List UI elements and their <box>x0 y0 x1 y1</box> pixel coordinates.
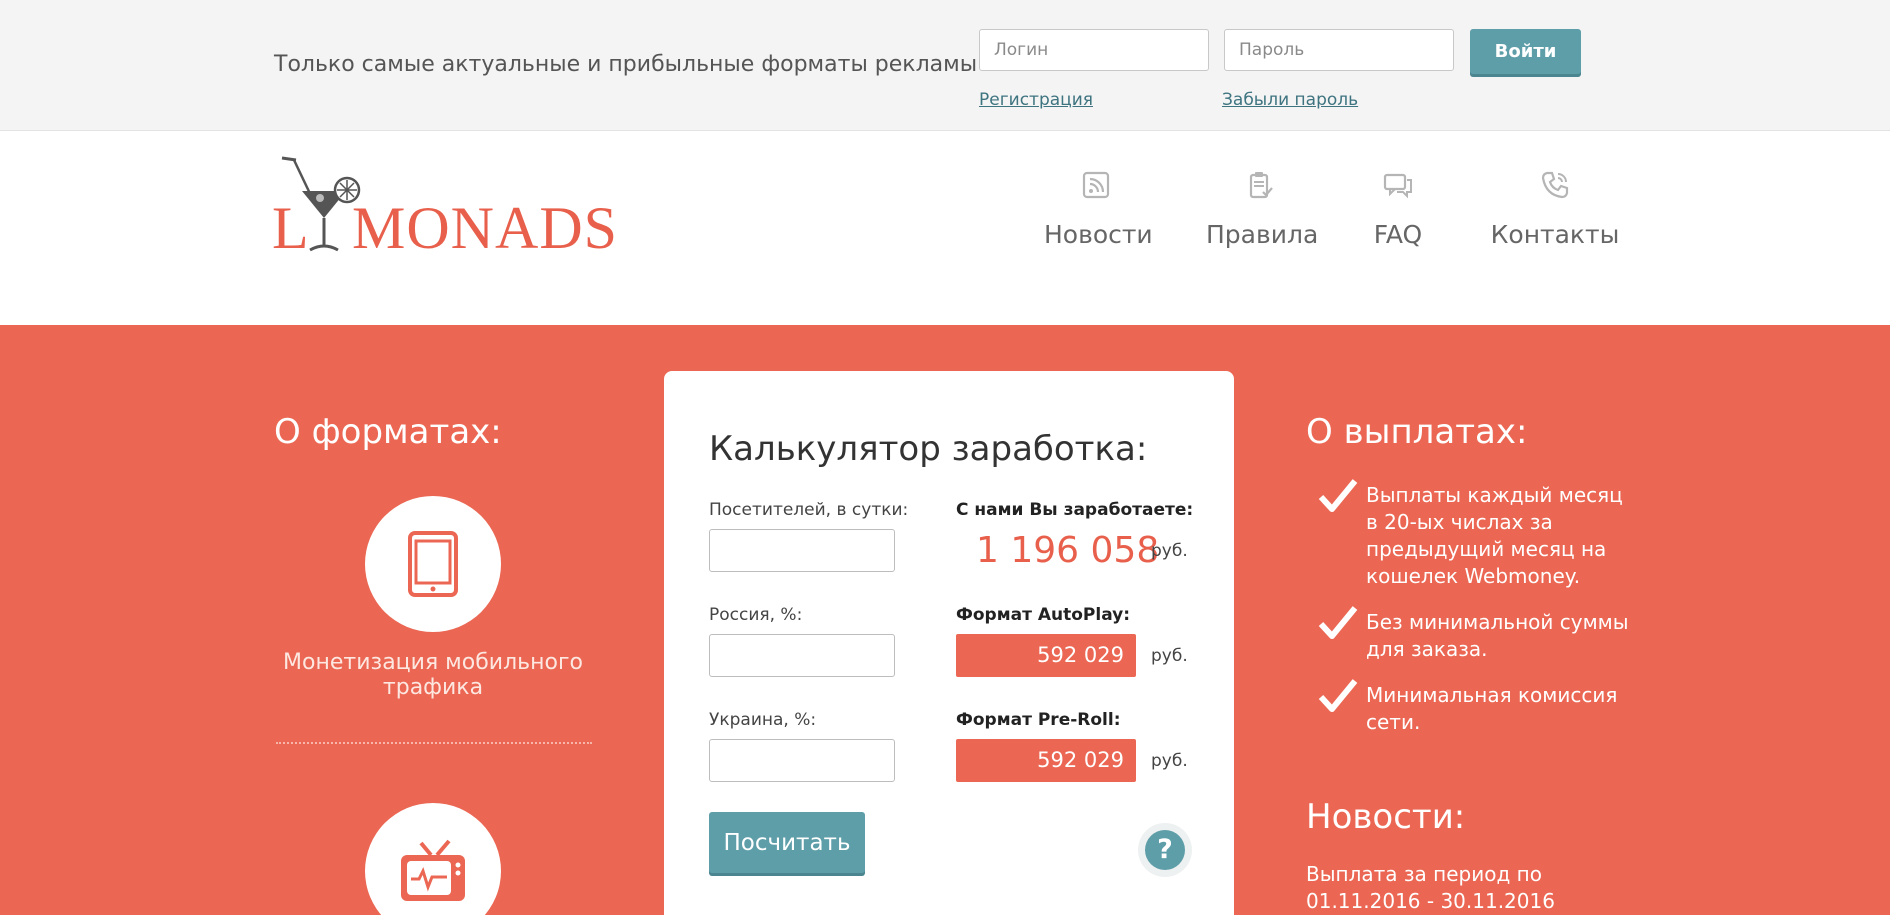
calculate-button[interactable]: Посчитать <box>709 812 865 873</box>
checkmark-icon <box>1318 479 1358 512</box>
nav-faq[interactable]: FAQ <box>1368 170 1428 249</box>
earn-label: С нами Вы заработаете: <box>956 500 1194 520</box>
russia-percent-label: Россия, %: <box>709 605 803 625</box>
format-video[interactable] <box>365 803 501 915</box>
svg-text:L: L <box>272 195 309 254</box>
svg-text:MONADS: MONADS <box>352 195 618 254</box>
tablet-icon <box>408 531 458 597</box>
ukraine-percent-label: Украина, %: <box>709 710 817 730</box>
chat-bubbles-icon <box>1383 173 1412 199</box>
autoplay-label: Формат AutoPlay: <box>956 605 1131 625</box>
top-bar: Только самые актуальные и прибыльные фор… <box>0 0 1890 131</box>
clipboard-icon <box>1249 172 1273 199</box>
forgot-password-link[interactable]: Забыли пароль <box>1222 90 1358 110</box>
tagline: Только самые актуальные и прибыльные фор… <box>274 52 978 77</box>
format-mobile-caption: Монетизация мобильного трафика <box>283 650 583 700</box>
nav-rules[interactable]: Правила <box>1206 170 1318 249</box>
payout-text: Выплаты каждый месяц в 20-ых числах за п… <box>1366 483 1623 588</box>
ukraine-percent-input[interactable] <box>709 739 895 782</box>
news-heading: Новости: <box>1306 797 1466 837</box>
autoplay-value: 592 029 <box>956 634 1136 677</box>
payouts-heading: О выплатах: <box>1306 412 1528 452</box>
preroll-currency: руб. <box>1151 751 1188 771</box>
checkmark-icon <box>1318 606 1358 639</box>
nav-news[interactable]: Новости <box>1044 170 1153 249</box>
nav-news-label: Новости <box>1044 220 1153 249</box>
news-item[interactable]: Выплата за период по 01.11.2016 - 30.11.… <box>1306 861 1626 915</box>
autoplay-currency: руб. <box>1151 646 1188 666</box>
visitors-input[interactable] <box>709 529 895 572</box>
format-divider <box>276 742 592 744</box>
login-input[interactable] <box>979 29 1209 71</box>
login-button[interactable]: Войти <box>1470 29 1581 74</box>
checkmark-icon <box>1318 679 1358 712</box>
format-mobile[interactable] <box>365 496 501 632</box>
phone-icon <box>1541 171 1569 199</box>
question-icon: ? <box>1145 830 1185 870</box>
payout-text: Минимальная комиссия сети. <box>1366 683 1618 734</box>
payout-text: Без минимальной суммы для заказа. <box>1366 610 1629 661</box>
total-earnings-value: 1 196 058 <box>976 530 1160 571</box>
total-currency: руб. <box>1151 541 1188 561</box>
nav-rules-label: Правила <box>1206 220 1319 249</box>
formats-heading: О форматах: <box>274 412 502 452</box>
tv-icon <box>401 839 465 901</box>
preroll-value: 592 029 <box>956 739 1136 782</box>
nav-contacts[interactable]: Контакты <box>1480 170 1630 249</box>
register-link[interactable]: Регистрация <box>979 90 1093 110</box>
nav-contacts-label: Контакты <box>1490 220 1620 249</box>
calculator-title: Калькулятор заработка: <box>709 429 1148 469</box>
password-input[interactable] <box>1224 29 1454 71</box>
help-button[interactable]: ? <box>1138 823 1192 877</box>
limonads-logo[interactable]: L MONADS <box>270 154 640 261</box>
russia-percent-input[interactable] <box>709 634 895 677</box>
rss-icon <box>1082 171 1110 199</box>
earnings-calculator: Калькулятор заработка: Посетителей, в су… <box>664 371 1234 915</box>
nav-faq-label: FAQ <box>1373 220 1423 249</box>
preroll-label: Формат Pre-Roll: <box>956 710 1121 730</box>
visitors-label: Посетителей, в сутки: <box>709 500 909 520</box>
